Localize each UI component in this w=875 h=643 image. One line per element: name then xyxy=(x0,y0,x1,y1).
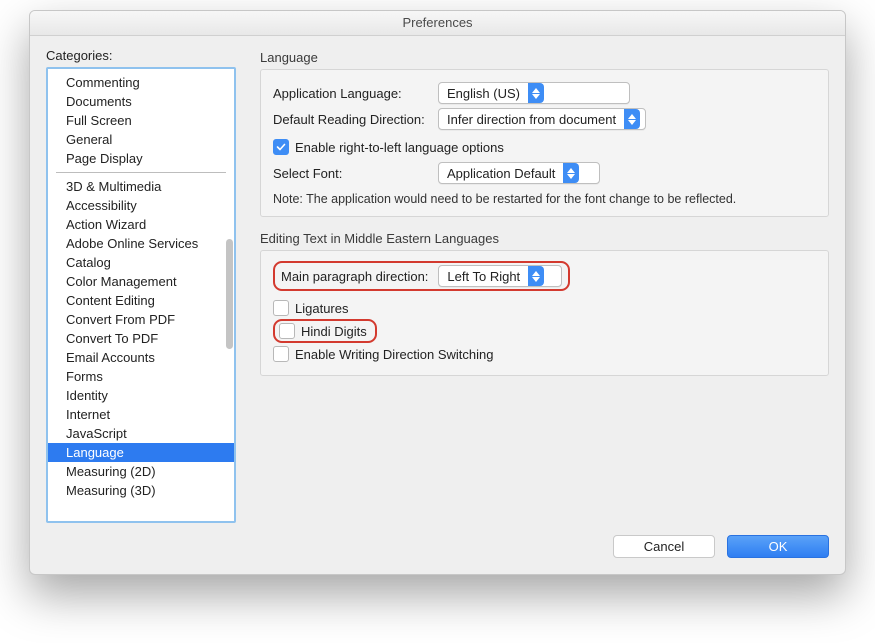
category-separator xyxy=(56,172,226,173)
category-item[interactable]: Internet xyxy=(48,405,234,424)
enable-rtl-label: Enable right-to-left language options xyxy=(295,140,504,155)
reading-direction-value: Infer direction from document xyxy=(439,109,624,129)
category-item[interactable]: 3D & Multimedia xyxy=(48,177,234,196)
direction-switching-label: Enable Writing Direction Switching xyxy=(295,347,493,362)
chevron-updown-icon xyxy=(563,163,579,183)
language-section-title: Language xyxy=(260,50,829,65)
select-font-label: Select Font: xyxy=(273,166,438,181)
category-item[interactable]: Convert From PDF xyxy=(48,310,234,329)
category-item[interactable]: Full Screen xyxy=(48,111,234,130)
category-item[interactable]: Convert To PDF xyxy=(48,329,234,348)
me-section-title: Editing Text in Middle Eastern Languages xyxy=(260,231,829,246)
category-item[interactable]: Action Wizard xyxy=(48,215,234,234)
category-item[interactable]: Adobe Online Services xyxy=(48,234,234,253)
category-item[interactable]: Identity xyxy=(48,386,234,405)
category-item[interactable]: Measuring (2D) xyxy=(48,462,234,481)
ligatures-label: Ligatures xyxy=(295,301,348,316)
hindi-digits-checkbox[interactable] xyxy=(279,323,295,339)
paragraph-direction-label: Main paragraph direction: xyxy=(281,269,428,284)
category-item[interactable]: Accessibility xyxy=(48,196,234,215)
preferences-window: Preferences Categories: CommentingDocume… xyxy=(29,10,846,575)
category-item[interactable]: Page Display xyxy=(48,149,234,168)
category-item[interactable]: Forms xyxy=(48,367,234,386)
settings-pane: Language Application Language: English (… xyxy=(260,48,829,523)
ligatures-checkbox[interactable] xyxy=(273,300,289,316)
categories-sidebar: Categories: CommentingDocumentsFull Scre… xyxy=(46,48,236,523)
chevron-updown-icon xyxy=(624,109,640,129)
direction-switching-checkbox[interactable] xyxy=(273,346,289,362)
categories-label: Categories: xyxy=(46,48,236,63)
window-title: Preferences xyxy=(402,15,472,30)
category-item[interactable]: Documents xyxy=(48,92,234,111)
category-item[interactable]: General xyxy=(48,130,234,149)
titlebar: Preferences xyxy=(30,11,845,36)
enable-rtl-checkbox[interactable] xyxy=(273,139,289,155)
app-language-label: Application Language: xyxy=(273,86,438,101)
categories-listbox[interactable]: CommentingDocumentsFull ScreenGeneralPag… xyxy=(46,67,236,523)
scrollbar-thumb[interactable] xyxy=(226,239,233,349)
app-language-select[interactable]: English (US) xyxy=(438,82,630,104)
hindi-digits-highlight: Hindi Digits xyxy=(273,319,377,343)
language-group: Application Language: English (US) Defau… xyxy=(260,69,829,217)
ok-button[interactable]: OK xyxy=(727,535,829,558)
category-item[interactable]: Email Accounts xyxy=(48,348,234,367)
reading-direction-select[interactable]: Infer direction from document xyxy=(438,108,646,130)
paragraph-direction-highlight: Main paragraph direction: Left To Right xyxy=(273,261,570,291)
category-item[interactable]: Catalog xyxy=(48,253,234,272)
paragraph-direction-select[interactable]: Left To Right xyxy=(438,265,562,287)
dialog-footer: Cancel OK xyxy=(30,523,845,574)
category-item[interactable]: Commenting xyxy=(48,73,234,92)
paragraph-direction-value: Left To Right xyxy=(439,266,528,286)
category-item[interactable]: JavaScript xyxy=(48,424,234,443)
app-language-value: English (US) xyxy=(439,83,528,103)
cancel-button[interactable]: Cancel xyxy=(613,535,715,558)
check-icon xyxy=(276,142,286,152)
font-restart-note: Note: The application would need to be r… xyxy=(273,192,816,206)
category-item[interactable]: Color Management xyxy=(48,272,234,291)
category-item[interactable]: Language xyxy=(48,443,234,462)
category-item[interactable]: Measuring (3D) xyxy=(48,481,234,500)
middle-eastern-group: Main paragraph direction: Left To Right … xyxy=(260,250,829,376)
category-item[interactable]: Content Editing xyxy=(48,291,234,310)
select-font-value: Application Default xyxy=(439,163,563,183)
chevron-updown-icon xyxy=(528,83,544,103)
hindi-digits-label: Hindi Digits xyxy=(301,324,367,339)
select-font-select[interactable]: Application Default xyxy=(438,162,600,184)
reading-direction-label: Default Reading Direction: xyxy=(273,112,438,127)
chevron-updown-icon xyxy=(528,266,544,286)
